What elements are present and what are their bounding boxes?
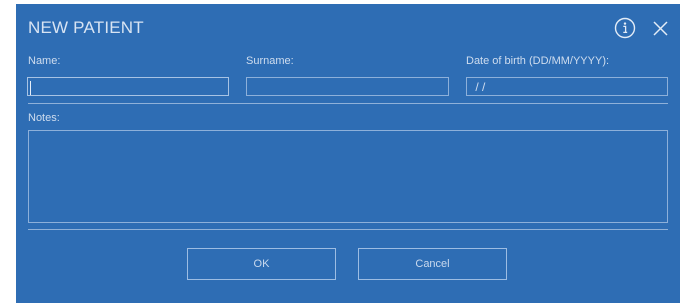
notes-label: Notes: bbox=[28, 112, 60, 124]
name-label: Name: bbox=[28, 55, 61, 67]
info-icon[interactable] bbox=[614, 17, 636, 39]
divider-top bbox=[28, 103, 668, 104]
divider-bottom bbox=[28, 229, 668, 230]
name-input[interactable] bbox=[27, 77, 229, 96]
close-icon[interactable] bbox=[652, 20, 669, 37]
surname-input[interactable] bbox=[246, 77, 449, 96]
text-caret bbox=[30, 81, 31, 95]
notes-textarea[interactable] bbox=[28, 130, 668, 223]
cancel-button[interactable]: Cancel bbox=[358, 248, 507, 280]
dob-input[interactable] bbox=[466, 77, 668, 96]
dialog-title: NEW PATIENT bbox=[28, 18, 144, 37]
dob-label: Date of birth (DD/MM/YYYY): bbox=[466, 55, 610, 67]
new-patient-dialog: NEW PATIENT Name: Surname: Date of birth… bbox=[16, 4, 680, 303]
surname-label: Surname: bbox=[246, 55, 294, 67]
ok-button[interactable]: OK bbox=[187, 248, 336, 280]
